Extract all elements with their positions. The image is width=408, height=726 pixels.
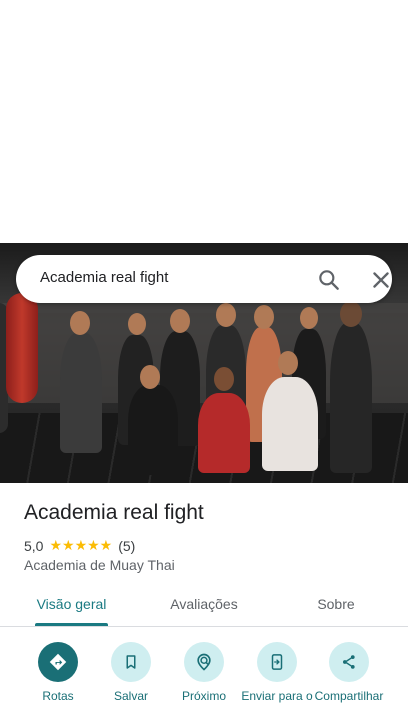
share-icon [329,642,369,682]
directions-label: Rotas [42,689,74,703]
rating-value: 5,0 [24,537,44,554]
search-icon[interactable] [316,267,342,293]
search-bar[interactable]: Academia real fight [16,255,392,303]
send-to-phone-label: Enviar para o [241,689,313,703]
star-rating-icon: ★★★★★ [49,537,113,553]
share-label: Compartilhar [314,689,384,703]
send-to-phone-button[interactable]: Enviar para o [240,642,314,703]
nearby-button[interactable]: Próximo [167,642,241,703]
save-button[interactable]: Salvar [94,642,168,703]
nearby-icon [184,642,224,682]
directions-icon [38,642,78,682]
place-category: Academia de Muay Thai [24,557,175,573]
tab-reviews[interactable]: Avaliações [160,596,248,612]
tab-divider [0,626,408,627]
rating-row[interactable]: 5,0 ★★★★★ (5) [24,537,135,554]
share-button[interactable]: Compartilhar [312,642,386,703]
search-input[interactable]: Academia real fight [40,269,168,286]
place-title: Academia real fight [24,501,204,524]
send-to-phone-icon [257,642,297,682]
close-icon[interactable] [368,267,394,293]
review-count: (5) [118,537,136,554]
directions-button[interactable]: Rotas [21,642,95,703]
bookmark-icon [111,642,151,682]
tab-about[interactable]: Sobre [306,596,366,612]
tab-overview[interactable]: Visão geral [35,596,108,612]
save-label: Salvar [113,689,148,703]
punching-bag [6,293,38,403]
nearby-label: Próximo [181,689,226,703]
map-blank-area [0,0,408,243]
